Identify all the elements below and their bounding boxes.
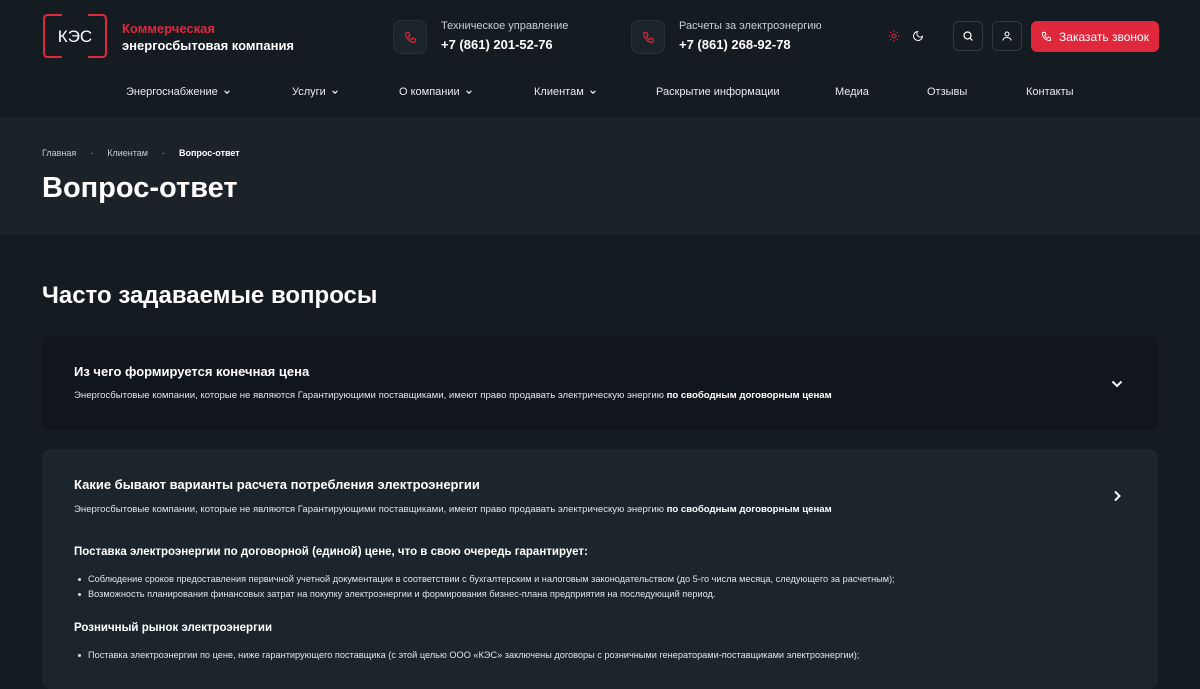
nav-item-label: Медиа: [835, 86, 869, 98]
nav-item-label: О компании: [399, 86, 460, 98]
nav-item-label: Энергоснабжение: [126, 86, 218, 98]
faq-answer: Энергосбытовые компании, которые не явля…: [74, 390, 832, 401]
nav-item-disclosure[interactable]: Раскрытие информации: [656, 86, 780, 98]
breadcrumb-separator: -: [161, 148, 165, 158]
faq-subheading: Поставка электроэнергии по договорной (е…: [74, 546, 588, 558]
phone-icon[interactable]: [393, 20, 427, 54]
breadcrumb-separator: -: [90, 148, 94, 158]
site-header: КЭС Коммерческая энергосбытовая компания…: [0, 0, 1200, 118]
main-nav: Энергоснабжение Услуги О компании Клиент…: [0, 86, 1200, 106]
faq-bullet-list: Соблюдение сроков предоставления первичн…: [74, 572, 895, 601]
faq-item[interactable]: Какие бывают варианты расчета потреблени…: [42, 449, 1158, 689]
moon-icon[interactable]: [910, 28, 926, 44]
nav-item-reviews[interactable]: Отзывы: [927, 86, 967, 98]
chevron-right-icon[interactable]: [1110, 489, 1124, 503]
brand-line-2: энергосбытовая компания: [122, 38, 295, 53]
contact-label-billing: Расчеты за электроэнергию: [679, 20, 822, 32]
nav-item-energy-supply[interactable]: Энергоснабжение: [126, 86, 231, 98]
nav-item-label: Клиентам: [534, 86, 584, 98]
page-title: Вопрос-ответ: [42, 172, 238, 204]
faq-question: Из чего формируется конечная цена: [74, 364, 310, 379]
chevron-down-icon: [465, 90, 472, 95]
order-call-button[interactable]: Заказать звонок: [1031, 21, 1159, 52]
nav-item-media[interactable]: Медиа: [835, 86, 869, 98]
logo-text: КЭС: [58, 27, 92, 46]
breadcrumb-current: Вопрос-ответ: [178, 148, 240, 158]
nav-item-clients[interactable]: Клиентам: [534, 86, 597, 98]
search-button[interactable]: [953, 21, 983, 51]
nav-item-label: Услуги: [292, 86, 326, 98]
faq-question: Какие бывают варианты расчета потреблени…: [74, 477, 480, 492]
page-title-band: Главная - Клиентам - Вопрос-ответ Вопрос…: [0, 118, 1200, 235]
chevron-down-icon: [589, 90, 596, 95]
search-icon: [963, 31, 973, 41]
chevron-down-icon: [223, 90, 230, 95]
chevron-down-icon: [331, 90, 338, 95]
breadcrumb-home[interactable]: Главная: [42, 148, 76, 158]
list-item: Поставка электроэнергии по цене, ниже га…: [74, 648, 859, 663]
phone-icon: [1041, 31, 1052, 42]
faq-item[interactable]: Из чего формируется конечная цена Энерго…: [42, 335, 1158, 430]
nav-item-about[interactable]: О компании: [399, 86, 473, 98]
breadcrumb: Главная - Клиентам - Вопрос-ответ: [42, 148, 240, 158]
chevron-down-icon[interactable]: [1110, 377, 1124, 391]
nav-item-label: Отзывы: [927, 86, 968, 98]
faq-heading: Часто задаваемые вопросы: [42, 282, 378, 309]
list-item: Соблюдение сроков предоставления первичн…: [74, 572, 895, 587]
order-call-label: Заказать звонок: [1059, 29, 1149, 44]
faq-bullet-list: Поставка электроэнергии по цене, ниже га…: [74, 648, 859, 663]
account-button[interactable]: [992, 21, 1022, 51]
logo-icon: КЭС: [43, 14, 107, 58]
sun-icon[interactable]: [886, 28, 902, 44]
nav-item-label: Контакты: [1026, 86, 1074, 98]
breadcrumb-clients[interactable]: Клиентам: [107, 148, 148, 158]
nav-item-contacts[interactable]: Контакты: [1026, 86, 1074, 98]
brand-line-1: Коммерческая: [122, 21, 215, 36]
list-item: Возможность планирования финансовых затр…: [74, 587, 895, 602]
faq-answer: Энергосбытовые компании, которые не явля…: [74, 504, 832, 515]
user-icon: [1002, 31, 1012, 41]
contact-label-tech: Техническое управление: [441, 20, 569, 32]
nav-item-services[interactable]: Услуги: [292, 86, 339, 98]
phone-icon[interactable]: [631, 20, 665, 54]
brand-name: Коммерческая энергосбытовая компания: [122, 20, 294, 54]
contact-phone-tech[interactable]: +7 (861) 201-52-76: [441, 37, 553, 52]
nav-item-label: Раскрытие информации: [656, 86, 780, 98]
contact-phone-billing[interactable]: +7 (861) 268-92-78: [679, 37, 791, 52]
faq-subheading: Розничный рынок электроэнергии: [74, 622, 273, 634]
